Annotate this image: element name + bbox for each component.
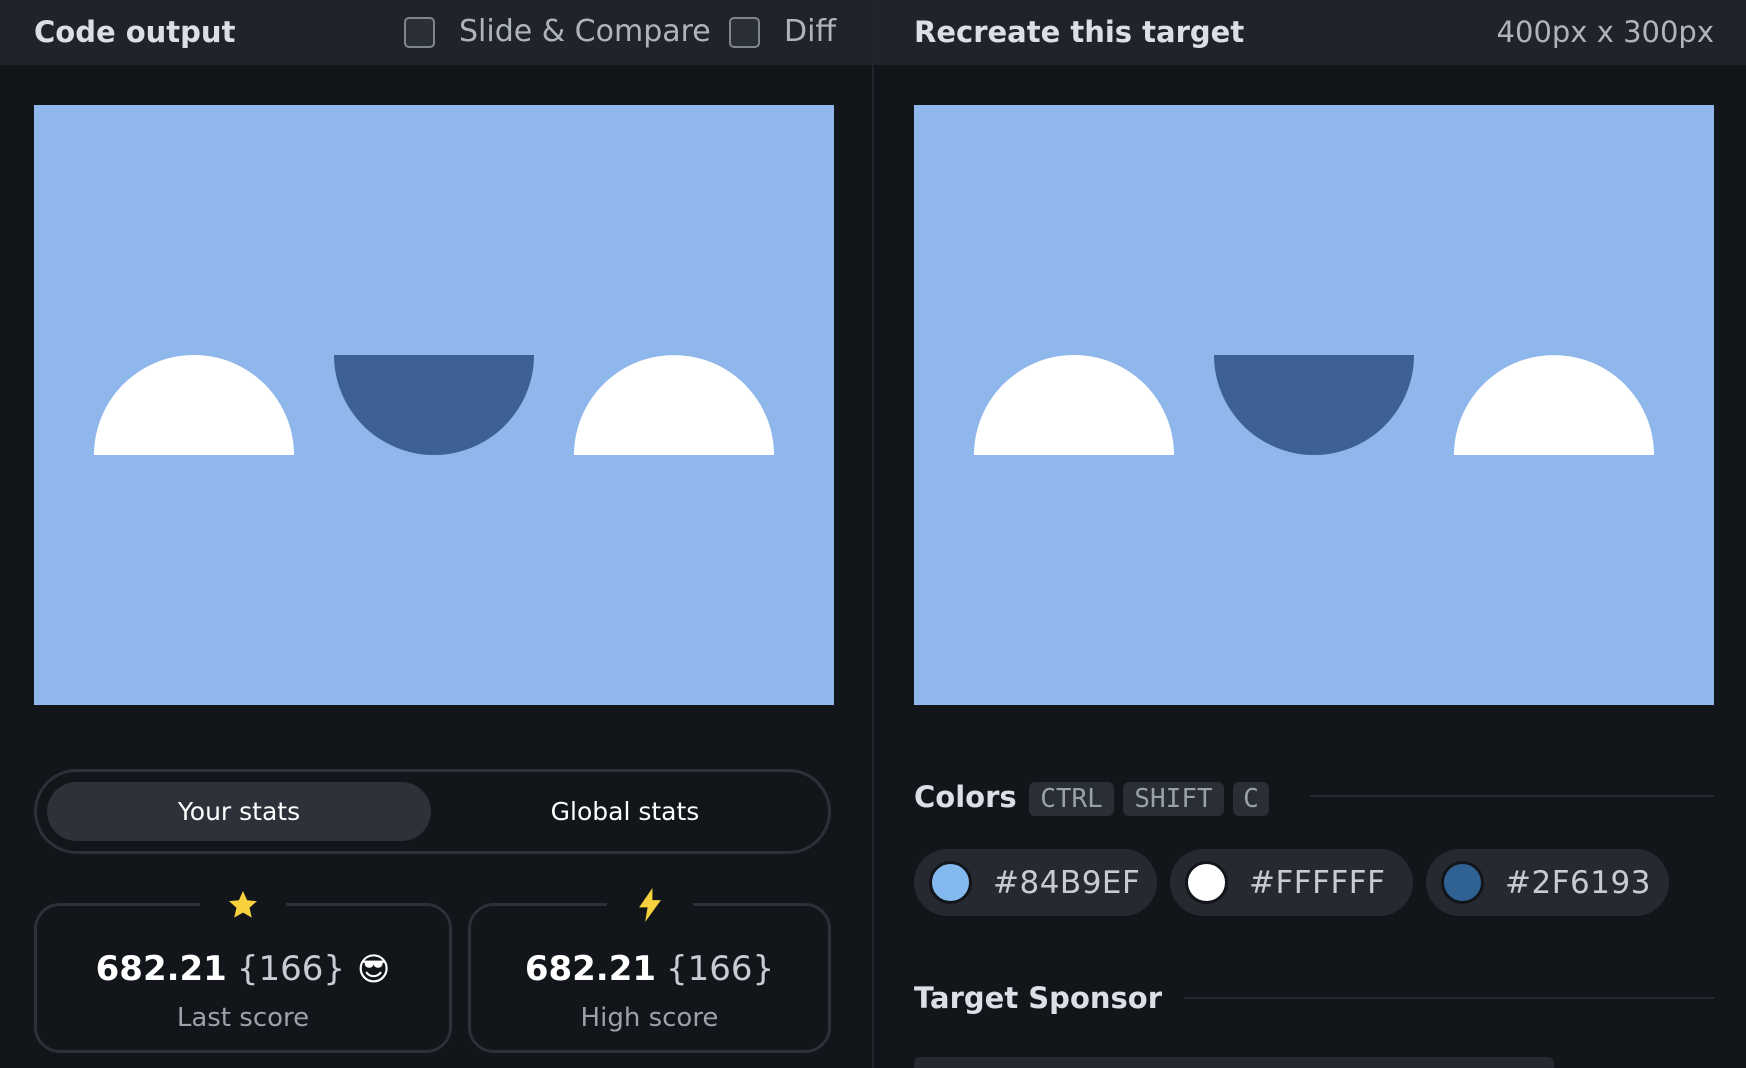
last-score-card: 682.21 {166} 😎 Last score: [34, 888, 452, 1053]
sponsor-banner[interactable]: [914, 1057, 1554, 1068]
target-canvas[interactable]: [914, 105, 1714, 705]
color-hex-2f6193: #2F6193: [1505, 864, 1651, 901]
target-render: [914, 105, 1714, 705]
high-score-count: {166}: [666, 949, 775, 989]
color-chip-ffffff[interactable]: #FFFFFF: [1170, 849, 1413, 916]
high-score-card: 682.21 {166} High score: [468, 888, 831, 1053]
slide-compare-checkbox[interactable]: [404, 16, 435, 48]
target-sponsor-heading: Target Sponsor: [914, 981, 1163, 1015]
code-output-title: Code output: [34, 15, 236, 49]
code-output-header: Code output Slide & Compare Diff: [0, 0, 872, 65]
last-score-value: 682.21: [95, 949, 227, 989]
last-score-count: {166}: [236, 949, 345, 989]
last-score-line: 682.21 {166} 😎: [37, 949, 449, 989]
colors-divider: [1310, 795, 1714, 797]
sunglasses-emoji-icon: 😎: [357, 950, 391, 988]
color-swatch-2f6193: [1441, 861, 1484, 904]
target-dimensions: 400px x 300px: [1496, 15, 1714, 49]
color-swatch-ffffff: [1185, 861, 1228, 904]
color-hex-84b9ef: #84B9EF: [993, 864, 1141, 901]
slide-compare-toggle[interactable]: Slide & Compare: [404, 14, 711, 50]
last-score-label: Last score: [176, 1003, 310, 1033]
lightning-icon: [607, 888, 693, 922]
shortcut-key-shift: SHIFT: [1123, 782, 1224, 816]
stats-tab-toggle: Your stats Global stats: [34, 769, 831, 854]
diff-toggle[interactable]: Diff: [729, 14, 836, 50]
diff-label: Diff: [784, 14, 837, 49]
code-output-panel: Code output Slide & Compare Diff Your st…: [0, 0, 872, 1068]
target-title: Recreate this target: [914, 15, 1245, 49]
sponsor-divider: [1184, 997, 1714, 999]
color-chip-84b9ef[interactable]: #84B9EF: [914, 849, 1157, 916]
high-score-label: High score: [580, 1003, 719, 1033]
high-score-line: 682.21 {166}: [471, 949, 828, 989]
output-render: [34, 105, 834, 705]
diff-checkbox[interactable]: [729, 16, 760, 48]
slide-compare-label: Slide & Compare: [459, 14, 711, 49]
tab-global-stats[interactable]: Global stats: [433, 782, 817, 841]
high-score-value: 682.21: [524, 949, 657, 989]
shortcut-key-ctrl: CTRL: [1029, 782, 1114, 816]
target-panel: Recreate this target 400px x 300px Color…: [874, 0, 1746, 1068]
color-swatch-84b9ef: [929, 861, 972, 904]
tab-your-stats[interactable]: Your stats: [47, 782, 431, 841]
color-hex-ffffff: #FFFFFF: [1249, 864, 1386, 901]
colors-heading: Colors: [914, 780, 1017, 814]
target-header: Recreate this target 400px x 300px: [874, 0, 1746, 65]
shortcut-key-c: C: [1233, 782, 1269, 816]
code-output-canvas[interactable]: [34, 105, 834, 705]
color-chip-2f6193[interactable]: #2F6193: [1426, 849, 1669, 916]
star-icon: [200, 888, 286, 922]
